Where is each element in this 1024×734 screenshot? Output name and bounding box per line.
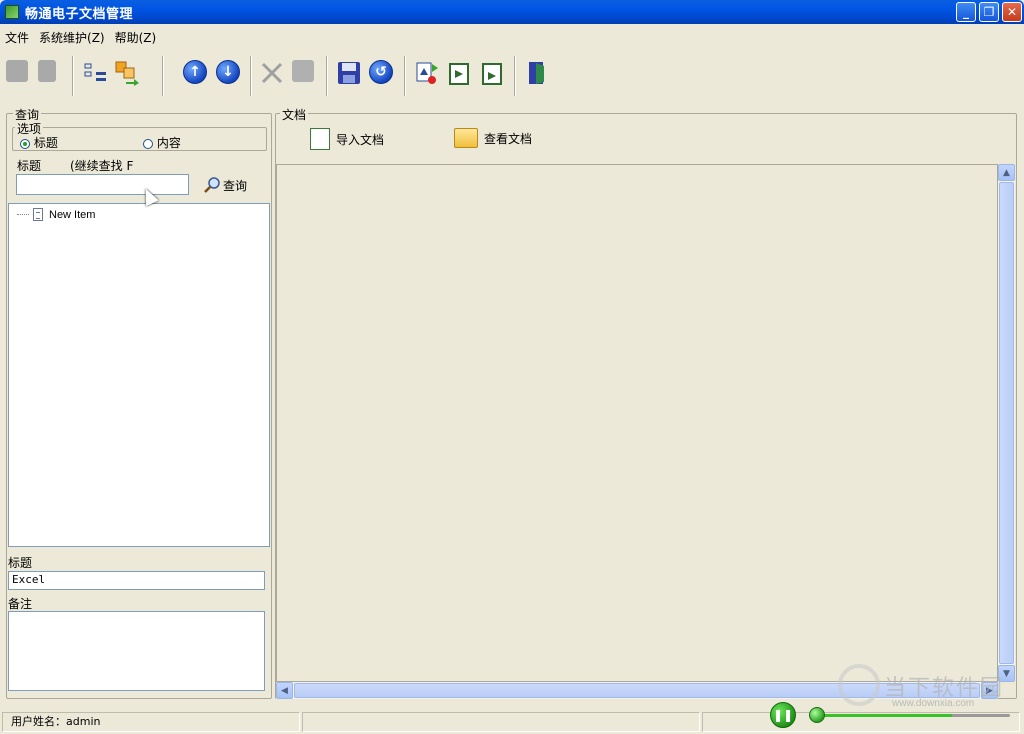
document-group-title: 文档 (280, 106, 309, 123)
watermark-logo (838, 664, 880, 706)
import-document-button[interactable]: 导入文档 (310, 128, 384, 150)
close-button[interactable]: ✕ (1002, 2, 1022, 22)
search-input[interactable] (16, 174, 189, 195)
toolbar-separator (162, 56, 164, 96)
toolbar-separator (326, 56, 328, 96)
delete-icon[interactable] (259, 60, 285, 86)
maximize-button[interactable]: ❐ (979, 2, 999, 22)
scroll-up-icon[interactable]: ▲ (998, 164, 1015, 181)
arrow-up-icon[interactable]: ↑ (183, 60, 209, 86)
import-document-icon (310, 128, 330, 150)
add-child-node-icon[interactable] (38, 60, 64, 86)
add-node-icon[interactable] (6, 60, 32, 86)
document-export-icon[interactable] (447, 60, 473, 86)
edit-icon[interactable] (292, 60, 318, 86)
document-import-icon[interactable] (414, 60, 440, 86)
document-tree[interactable]: New Item (8, 203, 270, 547)
document-viewer[interactable] (276, 164, 998, 682)
scroll-left-icon[interactable]: ◀ (276, 682, 293, 699)
open-folder-icon (454, 128, 478, 148)
toolbar-separator (514, 56, 516, 96)
pause-icon[interactable]: ❚❚ (770, 702, 796, 728)
status-user: 用户姓名：admin (2, 712, 300, 732)
toolbar: ↑ ↓ ↺ (0, 52, 1024, 98)
import-document-label: 导入文档 (336, 132, 385, 147)
toolbar-separator (250, 56, 252, 96)
document-refresh-icon[interactable] (480, 60, 506, 86)
document-icon (33, 208, 43, 221)
menu-help[interactable]: 帮助(Z) (110, 29, 162, 46)
detail-title-field[interactable]: Excel (8, 571, 265, 590)
undo-icon[interactable]: ↺ (369, 60, 395, 86)
toolbar-separator (404, 56, 406, 96)
radio-content-dot[interactable] (143, 138, 153, 149)
window-title: 畅通电子文档管理 (25, 6, 134, 22)
continue-search-hint: (继续查找 F (70, 159, 134, 173)
save-icon[interactable] (336, 60, 362, 86)
magnifier-icon (204, 177, 220, 193)
tree-connector (17, 214, 29, 215)
tree-structure-icon[interactable] (82, 60, 108, 86)
menu-system-maintenance[interactable]: 系统维护(Z) (34, 29, 110, 46)
menu-file[interactable]: 文件 (0, 29, 34, 46)
view-document-label: 查看文档 (484, 131, 533, 146)
volume-slider-knob[interactable] (809, 707, 825, 723)
radio-title-label: 标题 (33, 136, 58, 150)
minimize-button[interactable]: _ (956, 2, 976, 22)
search-button[interactable]: 查询 (203, 176, 247, 194)
tree-item-label: New Item (49, 208, 96, 221)
radio-title-dot[interactable] (20, 138, 30, 149)
title-bar: 畅通电子文档管理 _ ❐ ✕ (0, 0, 1024, 24)
view-document-button[interactable]: 查看文档 (454, 128, 532, 148)
move-node-icon[interactable] (114, 60, 140, 86)
vertical-scrollbar[interactable]: ▲ ▼ (998, 164, 1015, 682)
arrow-down-icon[interactable]: ↓ (216, 60, 242, 86)
exit-icon[interactable] (524, 60, 550, 86)
toolbar-separator (72, 56, 74, 96)
app-icon (5, 5, 19, 19)
search-button-label: 查询 (223, 178, 248, 193)
search-title-label: 标题 (17, 159, 42, 173)
notes-field[interactable] (8, 611, 265, 691)
vertical-scroll-thumb[interactable] (999, 182, 1014, 664)
radio-content[interactable]: 内容 (143, 134, 181, 151)
radio-content-label: 内容 (156, 136, 181, 150)
detail-title-label: 标题 (8, 556, 33, 570)
notes-label: 备注 (8, 597, 33, 611)
watermark-url: www.downxia.com (892, 698, 975, 709)
menu-bar: 文件 系统维护(Z) 帮助(Z) (0, 27, 161, 47)
status-empty (302, 712, 700, 732)
volume-slider[interactable] (816, 714, 1010, 717)
tree-item[interactable]: New Item (17, 208, 95, 221)
radio-title[interactable]: 标题 (20, 134, 58, 151)
